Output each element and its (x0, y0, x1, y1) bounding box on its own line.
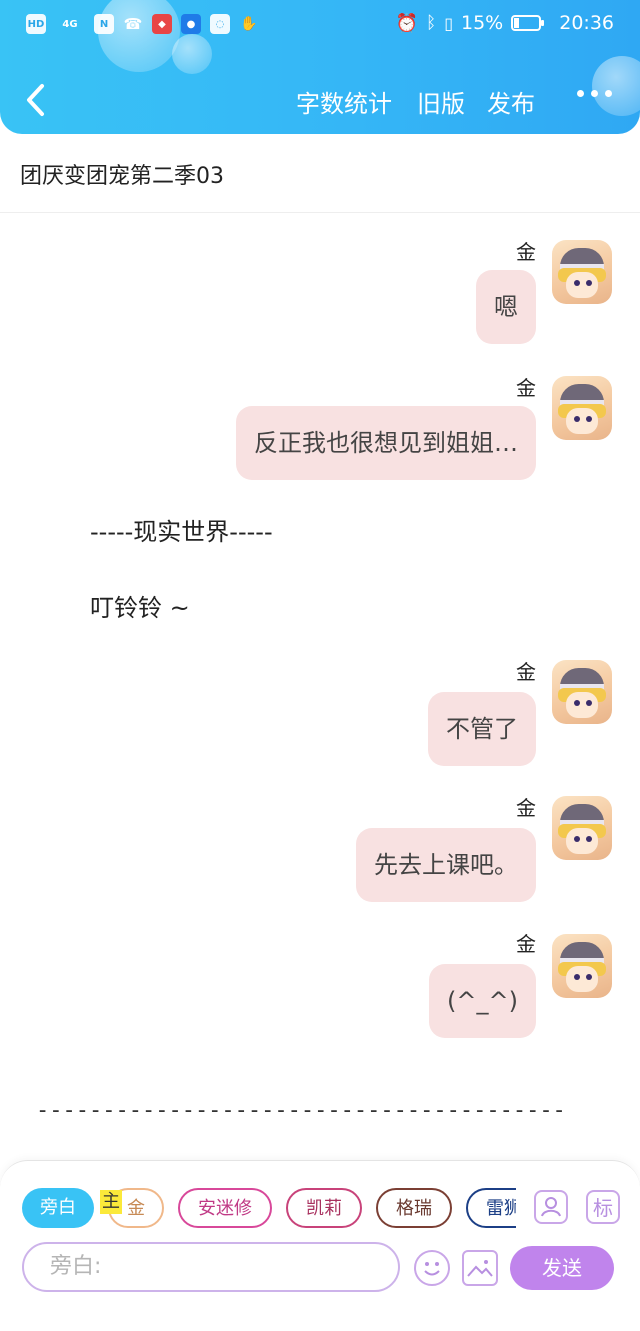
role-chip-gerui[interactable]: 格瑞 (376, 1188, 452, 1228)
hand-icon: ✋ (240, 16, 258, 32)
tag-icon[interactable]: 标 (586, 1190, 620, 1224)
signal-icon: 4G (62, 18, 78, 30)
role-chip-narrator[interactable]: 旁白 (22, 1188, 94, 1228)
toolbar: 字数统计 旧版 发布 (0, 70, 640, 130)
publish-button[interactable]: 发布 (487, 84, 535, 119)
speaker-name: 金 (516, 932, 536, 956)
status-bar: HD 4G N ☎ ◆ ● ◌ ✋ ⏰ ᛒ ▯ 15% 20:36 (0, 0, 640, 52)
chat-icon: ◌ (210, 14, 230, 34)
speaker-name: 金 (516, 796, 536, 820)
role-chip-leishi[interactable]: 雷狮 (466, 1188, 516, 1228)
avatar[interactable] (552, 934, 612, 998)
emoji-icon[interactable] (414, 1250, 450, 1286)
app-icon: ◆ (152, 14, 172, 34)
app-header: HD 4G N ☎ ◆ ● ◌ ✋ ⏰ ᛒ ▯ 15% 20:36 字数统计 旧… (0, 0, 640, 134)
back-button[interactable] (20, 80, 54, 120)
bulb-icon: ● (181, 14, 201, 34)
image-icon[interactable] (462, 1250, 498, 1286)
narration-text[interactable]: 叮铃铃 ~ (90, 588, 190, 623)
role-chip-leishi-container: 雷狮 (466, 1188, 516, 1228)
clock: 20:36 (559, 12, 614, 34)
message-bubble[interactable]: 不管了 (428, 692, 536, 766)
alarm-icon: ⏰ (395, 12, 418, 34)
avatar[interactable] (552, 796, 612, 860)
chevron-left-icon (27, 84, 44, 116)
battery-icon (511, 15, 545, 31)
speaker-name: 金 (516, 376, 536, 400)
main-character-marker: 主 (100, 1190, 122, 1214)
bluetooth-icon: ᛒ (425, 13, 437, 33)
avatar[interactable] (552, 240, 612, 304)
narration-text[interactable]: -----现实世界----- (90, 512, 273, 547)
avatar[interactable] (552, 660, 612, 724)
page-title[interactable]: 团厌变团宠第二季03 (20, 158, 224, 190)
avatar[interactable] (552, 376, 612, 440)
divider-text[interactable]: ---------------------------------------- (36, 1098, 566, 1123)
old-version-button[interactable]: 旧版 (417, 84, 465, 119)
message-bubble[interactable]: (^_^) (429, 964, 536, 1038)
status-right: ⏰ ᛒ ▯ 15% 20:36 (396, 12, 614, 34)
role-chip-kaili[interactable]: 凯莉 (286, 1188, 362, 1228)
message-bubble[interactable]: 反正我也很想见到姐姐… (236, 406, 536, 480)
status-icons: HD 4G N ☎ ◆ ● ◌ ✋ (26, 14, 259, 34)
title-row: 团厌变团宠第二季03 (0, 134, 640, 213)
message-bubble[interactable]: 先去上课吧。 (356, 828, 536, 902)
call-icon: ☎ (123, 15, 143, 33)
more-icon[interactable] (577, 90, 612, 97)
vibrate-icon: ▯ (444, 13, 453, 33)
role-chip-anmixiu[interactable]: 安迷修 (178, 1188, 272, 1228)
word-count-button[interactable]: 字数统计 (296, 84, 392, 119)
send-button[interactable]: 发送 (510, 1246, 614, 1290)
speaker-name: 金 (516, 660, 536, 684)
battery-percent: 15% (461, 12, 504, 34)
message-bubble[interactable]: 嗯 (476, 270, 536, 344)
nfc-icon: N (94, 14, 114, 34)
message-input[interactable]: 旁白: (22, 1242, 400, 1292)
profile-icon[interactable] (534, 1190, 568, 1224)
hd-icon: HD (26, 14, 46, 34)
speaker-name: 金 (516, 240, 536, 264)
